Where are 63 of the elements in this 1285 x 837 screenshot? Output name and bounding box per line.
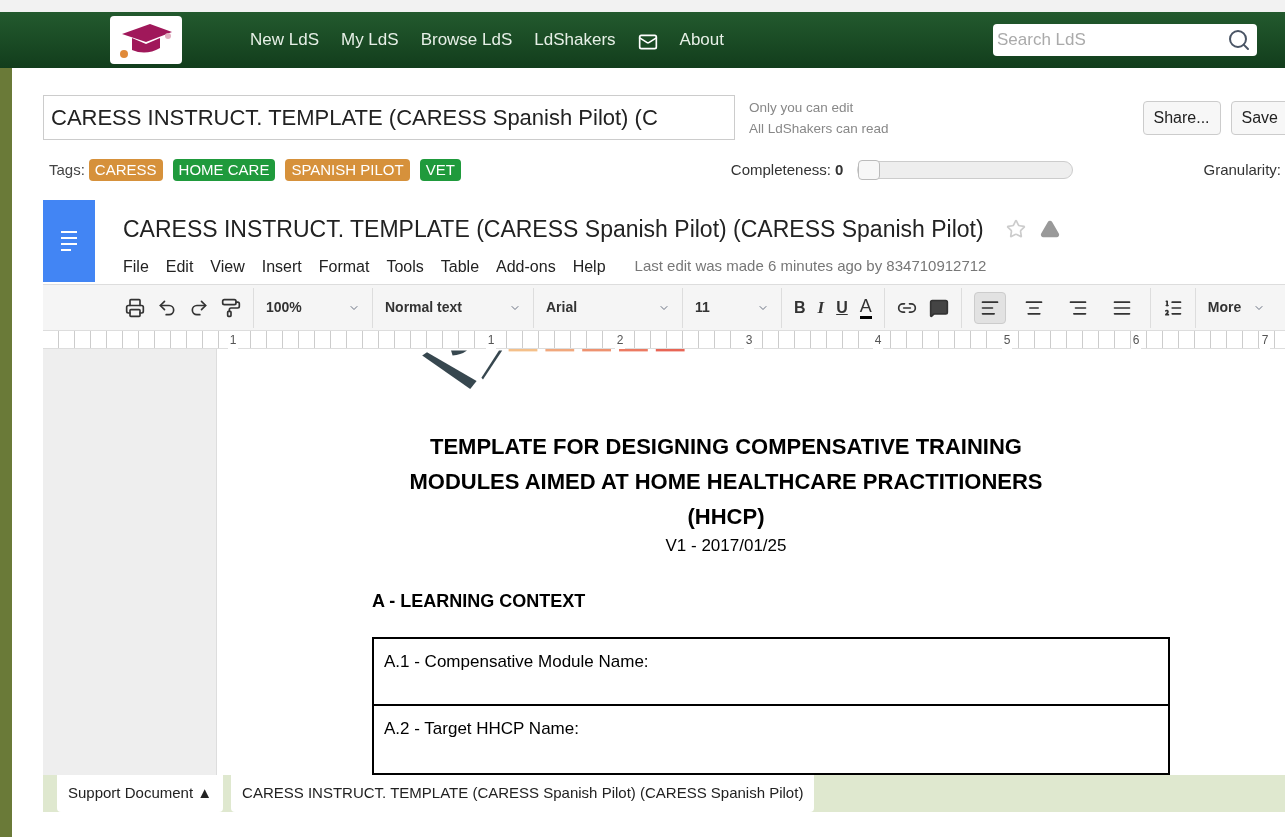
search-field[interactable]: Search LdS <box>993 24 1257 56</box>
table-cell: A.1 - Compensative Module Name: <box>372 637 1170 706</box>
menu-item[interactable]: Tools <box>386 254 424 279</box>
paint-format-icon[interactable] <box>221 297 241 318</box>
docs-logo-icon <box>43 200 95 282</box>
tags-label: Tags: <box>49 159 85 180</box>
ruler-number: 1 <box>486 330 496 349</box>
bottom-tab[interactable]: CARESS INSTRUCT. TEMPLATE (CARESS Spanish Pilot) (CARESS Spanish Pilot) <box>231 775 815 812</box>
comment-icon[interactable] <box>928 297 949 318</box>
style-dropdown[interactable]: Normal text <box>385 297 497 318</box>
tag[interactable]: VET <box>419 159 461 181</box>
last-edit-text: Last edit was made 6 minutes ago by 834710912712 <box>634 256 987 277</box>
ruler-number: 1 <box>228 330 238 349</box>
menu-item[interactable]: Insert <box>261 254 302 279</box>
text-color-button[interactable]: A <box>859 296 872 319</box>
document-heading: (HHCP) <box>687 503 765 531</box>
menu-item[interactable]: Add-ons <box>496 254 556 279</box>
search-icon[interactable] <box>1227 28 1251 52</box>
section-heading: A - LEARNING CONTEXT <box>372 590 586 613</box>
menu-item[interactable]: File <box>123 254 149 279</box>
granularity-label: Granularity: <box>1203 159 1281 180</box>
slider-thumb[interactable] <box>858 160 881 180</box>
undo-icon[interactable] <box>157 297 177 318</box>
menu-item[interactable]: View <box>210 254 245 279</box>
document-title: CARESS INSTRUCT. TEMPLATE (CARESS Spanish Pilot) (CARESS Spanish Pilot) <box>123 215 984 244</box>
ruler-number: 3 <box>744 330 754 349</box>
bottom-tab[interactable]: Support Document ▲ <box>57 775 224 812</box>
title-field[interactable]: CARESS INSTRUCT. TEMPLATE (CARESS Spanish Pilot) (C <box>43 95 735 140</box>
toolbar-button[interactable]: Save <box>1230 100 1285 135</box>
menu-item[interactable]: Table <box>440 254 480 279</box>
more-button[interactable]: More <box>1207 297 1242 318</box>
nav-link[interactable]: LdShakers <box>534 27 616 53</box>
bold-button[interactable]: B <box>794 295 806 320</box>
document-heading: MODULES AIMED AT HOME HEALTHCARE PRACTITIONERS <box>409 468 1043 496</box>
underline-button[interactable]: U <box>836 295 848 320</box>
nav-link[interactable]: My LdS <box>341 27 399 53</box>
nav-link[interactable]: About <box>679 27 724 53</box>
completeness-slider[interactable] <box>857 161 1074 179</box>
version-text: V1 - 2017/01/25 <box>665 535 787 557</box>
ruler-number: 2 <box>615 330 625 349</box>
permission-text: Only you can edit <box>749 98 855 117</box>
permission-text: All LdShakers can read <box>749 119 889 138</box>
zoom-dropdown[interactable]: 100% <box>266 297 336 318</box>
nav-link[interactable]: Browse LdS <box>420 27 513 53</box>
menu-item[interactable]: Format <box>318 254 370 279</box>
ruler-number: 4 <box>873 330 883 349</box>
completeness-label: Completeness: 0 <box>730 159 844 180</box>
ruler-number: 5 <box>1002 330 1012 349</box>
tag[interactable]: HOME CARE <box>172 159 276 181</box>
font-size-dropdown[interactable]: 11 <box>695 297 745 318</box>
italic-button[interactable]: I <box>817 294 825 321</box>
document-heading: TEMPLATE FOR DESIGNING COMPENSATIVE TRAINING <box>430 433 1022 461</box>
star-icon[interactable] <box>1005 219 1026 240</box>
align-button[interactable] <box>973 291 1006 324</box>
mail-icon[interactable] <box>637 32 658 52</box>
menu-item[interactable]: Edit <box>165 254 194 279</box>
print-icon[interactable] <box>125 297 145 318</box>
font-dropdown[interactable]: Arial <box>546 297 646 318</box>
redo-icon[interactable] <box>189 297 209 318</box>
menu-item[interactable]: Help <box>572 254 606 279</box>
logo-icon <box>110 16 182 64</box>
toolbar-button[interactable]: Share... <box>1142 100 1221 135</box>
nav-link[interactable]: New LdS <box>250 27 319 53</box>
